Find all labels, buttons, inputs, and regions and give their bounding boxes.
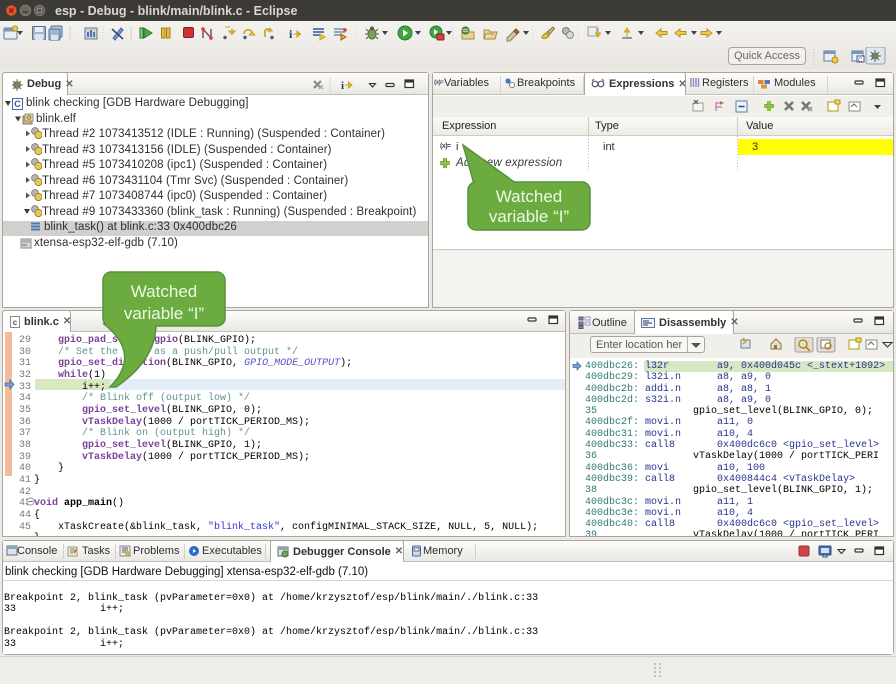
svg-text:i: i: [289, 27, 293, 41]
svg-text:Watched: Watched: [131, 282, 197, 301]
svg-text:variable “I”: variable “I”: [489, 207, 570, 226]
svg-text:C: C: [858, 58, 863, 64]
svg-text:i: i: [341, 80, 344, 92]
svg-text:C: C: [14, 99, 21, 109]
svg-text:c: c: [13, 318, 18, 327]
svg-text:Watched: Watched: [496, 187, 562, 206]
svg-text:variable “I”: variable “I”: [124, 304, 205, 323]
